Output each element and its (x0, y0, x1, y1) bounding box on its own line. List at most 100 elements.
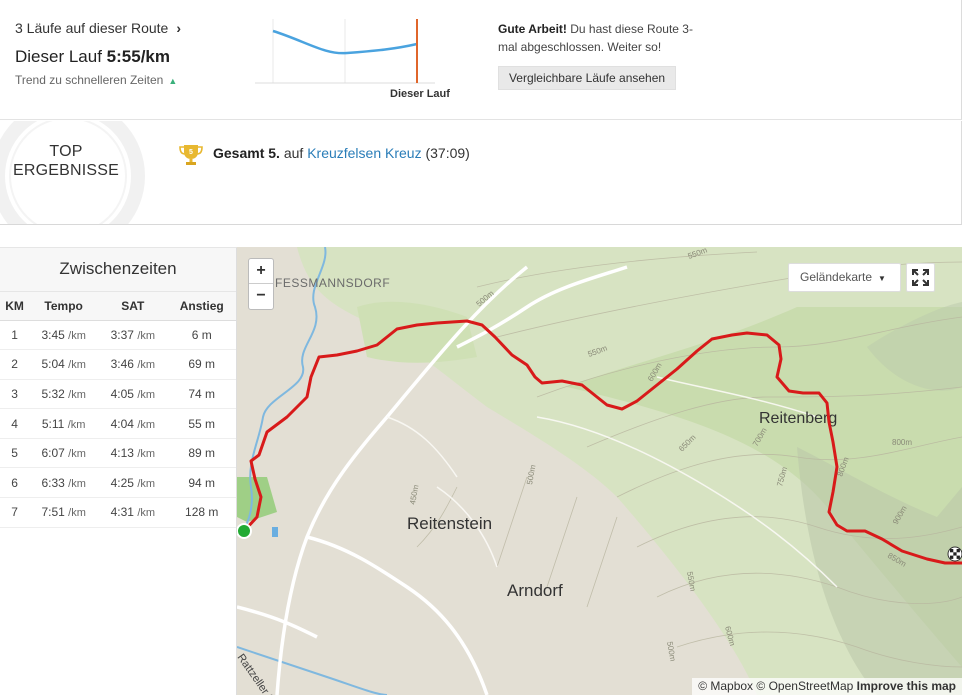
split-climb-value: 74 m (188, 386, 216, 401)
start-marker[interactable] (237, 523, 252, 539)
split-climb-value: 89 m (188, 446, 216, 461)
pace-unit: /km (68, 448, 86, 461)
top-results-title-line2: ERGEBNISSE (12, 162, 120, 179)
pace-unit: /km (68, 329, 86, 342)
map-attribution: © Mapbox © OpenStreetMap Improve this ma… (692, 678, 962, 695)
route-summary-panel: 3 Läufe auf dieser Route › Dieser Lauf 5:… (0, 0, 962, 120)
attribution-osm[interactable]: © OpenStreetMap (756, 679, 853, 693)
fullscreen-icon (912, 269, 929, 286)
split-climb: 74 m (167, 379, 236, 410)
split-row: 5 6:07 /km 4:13 /km 89 m (0, 438, 236, 469)
top-results-title: TOP ERGEBNISSE (12, 142, 120, 180)
split-pace-value: 7:51 (41, 505, 65, 520)
place-label-reitenstein: Reitenstein (407, 514, 492, 533)
this-run-pace: Dieser Lauf 5:55/km (15, 47, 170, 67)
place-label-reitenberg: Reitenberg (759, 410, 837, 427)
split-climb-value: 55 m (188, 416, 216, 431)
place-label-fessmannsdorf: FESSMANNSDORF (275, 276, 390, 290)
split-sat-value: 4:31 (110, 505, 134, 520)
column-header-km: KM (0, 292, 30, 321)
split-climb: 55 m (167, 408, 236, 439)
split-row: 7 7:51 /km 4:31 /km 128 m (0, 497, 236, 528)
split-pace-value: 5:04 (41, 357, 65, 372)
split-pace: 7:51 /km (29, 497, 99, 528)
segment-link[interactable]: Kreuzfelsen Kreuz (307, 145, 421, 161)
pace-unit: /km (68, 507, 86, 520)
this-run-label: Dieser Lauf (15, 47, 102, 66)
finish-marker[interactable] (947, 546, 962, 562)
split-pace: 5:11 /km (29, 408, 99, 439)
route-map[interactable]: FESSMANNSDORF Reitenberg Reitenstein Arn… (237, 247, 962, 695)
result-rank: Gesamt 5. (213, 145, 280, 161)
split-sat-value: 4:05 (110, 386, 134, 401)
split-row: 3 5:32 /km 4:05 /km 74 m (0, 379, 236, 410)
split-sat: 3:37 /km (98, 320, 168, 351)
trend-label: Trend zu schnelleren Zeiten (15, 73, 164, 87)
split-pace-value: 6:33 (41, 475, 65, 490)
splits-body: 1 3:45 /km 3:37 /km 6 m 2 5:04 /km 3:46 /km 69 … (0, 320, 236, 528)
split-sat: 4:25 /km (98, 467, 168, 499)
splits-header-row: KM Tempo SAT Anstieg (0, 292, 236, 321)
split-sat: 4:05 /km (98, 379, 168, 410)
split-km-value: 2 (11, 357, 18, 372)
split-sat-value: 3:46 (110, 357, 134, 372)
pace-unit: /km (137, 448, 156, 461)
zoom-control: + − (248, 258, 274, 310)
trend-text: Trend zu schnelleren Zeiten ▲ (15, 73, 177, 87)
good-job-bold: Gute Arbeit! (498, 22, 567, 36)
split-sat-value: 4:25 (110, 475, 134, 490)
pace-unit: /km (137, 359, 156, 372)
pace-unit: /km (137, 477, 156, 490)
split-climb-value: 94 m (188, 475, 216, 490)
trend-up-icon: ▲ (168, 76, 178, 86)
split-km: 6 (0, 467, 30, 499)
split-km: 7 (0, 497, 30, 528)
split-sat-value: 3:37 (110, 327, 134, 342)
pace-unit: /km (137, 388, 156, 401)
split-pace-value: 3:45 (41, 327, 65, 342)
column-header-sat: SAT (98, 292, 168, 321)
caret-down-icon: ▼ (878, 274, 886, 283)
pace-unit: /km (67, 418, 86, 431)
column-header-pace: Tempo (29, 292, 99, 321)
split-sat-value: 4:13 (110, 446, 134, 461)
splits-table: KM Tempo SAT Anstieg 1 3:45 /km 3:37 /km 6 … (0, 292, 236, 528)
split-climb: 128 m (167, 497, 236, 528)
split-pace: 6:33 /km (29, 467, 99, 499)
split-pace: 3:45 /km (29, 320, 99, 351)
pace-unit: /km (137, 329, 156, 342)
split-km-value: 5 (11, 446, 18, 461)
split-km: 5 (0, 438, 30, 469)
pond (272, 527, 278, 537)
split-sat: 4:04 /km (98, 408, 168, 439)
zoom-in-button[interactable]: + (249, 259, 273, 284)
compare-runs-button[interactable]: Vergleichbare Läufe ansehen (498, 66, 676, 90)
good-job-message: Gute Arbeit! Du hast diese Route 3-mal a… (498, 20, 698, 56)
zoom-out-button[interactable]: − (249, 284, 273, 309)
pace-unit: /km (68, 388, 86, 401)
split-pace-value: 5:32 (41, 386, 65, 401)
split-sat: 3:46 /km (98, 349, 168, 380)
column-header-climb: Anstieg (167, 292, 236, 321)
split-climb: 6 m (167, 320, 236, 351)
pace-unit: /km (68, 359, 86, 372)
map-layer-label: Geländekarte (800, 270, 873, 284)
splits-panel: Zwischenzeiten KM Tempo SAT Anstieg 1 3:4… (0, 247, 237, 695)
map-canvas[interactable]: FESSMANNSDORF Reitenberg Reitenstein Arn… (237, 247, 962, 695)
split-km: 4 (0, 408, 30, 439)
split-pace: 5:04 /km (29, 349, 99, 380)
split-row: 1 3:45 /km 3:37 /km 6 m (0, 320, 236, 351)
pace-unit: /km (68, 477, 86, 490)
improve-map-link[interactable]: Improve this map (857, 679, 956, 693)
split-km-value: 3 (11, 386, 18, 401)
split-sat: 4:31 /km (98, 497, 168, 528)
map-layer-dropdown[interactable]: Geländekarte ▼ (788, 263, 901, 292)
split-climb: 94 m (167, 467, 236, 499)
split-pace-value: 5:11 (41, 416, 65, 431)
attribution-mapbox[interactable]: © Mapbox (698, 679, 753, 693)
split-climb: 89 m (167, 438, 236, 469)
fullscreen-button[interactable] (906, 263, 935, 292)
split-sat-value: 4:04 (110, 416, 134, 431)
runs-on-route-link[interactable]: 3 Läufe auf dieser Route › (15, 20, 181, 36)
splits-title: Zwischenzeiten (0, 248, 236, 292)
